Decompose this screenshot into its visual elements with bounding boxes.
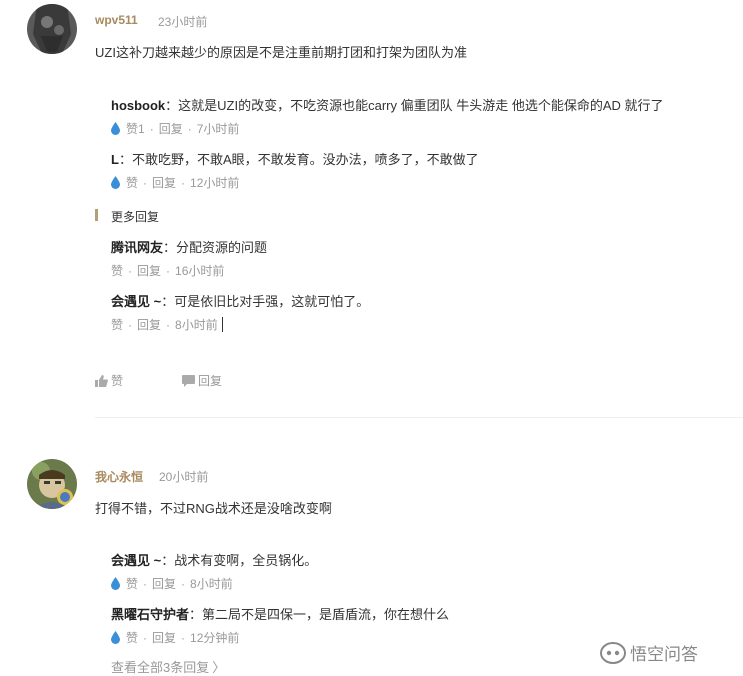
reply-text: ：分配资源的问题 bbox=[163, 240, 268, 255]
reply-author[interactable]: 会遇见 ~ bbox=[111, 294, 161, 309]
username[interactable]: wpv511 bbox=[95, 13, 138, 27]
reply-meta: 赞 · 回复 · 8小时前 bbox=[111, 316, 223, 333]
reply-button[interactable]: 回复 bbox=[159, 120, 183, 137]
wukong-logo-icon bbox=[600, 641, 626, 664]
reply-button[interactable]: 回复 bbox=[137, 262, 161, 279]
reply-item: 腾讯网友：分配资源的问题 bbox=[111, 237, 267, 256]
reply-item: L：不敢吃野，不敢A眼，不敢发育。没办法，喷多了，不敢做了 bbox=[111, 149, 479, 168]
username[interactable]: 我心永恒 bbox=[95, 468, 143, 485]
comment-text: UZI这补刀越来越少的原因是不是注重前期打团和打架为团队为准 bbox=[95, 45, 467, 60]
reply-time: 12小时前 bbox=[190, 176, 240, 190]
reply-text: ：第二局不是四保一，是盾盾流，你在想什么 bbox=[189, 607, 450, 622]
reply-meta: 赞 · 回复 · 12分钟前 bbox=[111, 629, 239, 646]
like-icon[interactable] bbox=[111, 176, 120, 189]
reply-time: 8小时前 bbox=[175, 318, 218, 332]
comment-icon bbox=[182, 374, 195, 387]
reply-author[interactable]: 会遇见 ~ bbox=[111, 553, 161, 568]
like-button[interactable]: 赞 bbox=[126, 174, 138, 191]
avatar[interactable] bbox=[27, 4, 77, 54]
comment-time: 20小时前 bbox=[159, 470, 209, 484]
like-button[interactable]: 赞1 bbox=[126, 120, 145, 137]
like-button[interactable]: 赞 bbox=[126, 629, 138, 646]
like-button[interactable]: 赞 bbox=[126, 575, 138, 592]
like-button[interactable]: 赞 bbox=[111, 262, 123, 279]
reply-text: ：这就是UZI的改变，不吃资源也能carry 偏重团队 牛头游走 他选个能保命的… bbox=[165, 98, 664, 113]
reply-text: ：可是依旧比对手强，这就可怕了。 bbox=[161, 294, 370, 309]
reply-item: 黑曜石守护者：第二局不是四保一，是盾盾流，你在想什么 bbox=[111, 604, 449, 623]
reply-time: 12分钟前 bbox=[190, 631, 240, 645]
reply-meta: 赞1 · 回复 · 7小时前 bbox=[111, 120, 239, 137]
reply-author[interactable]: hosbook bbox=[111, 98, 165, 113]
more-replies-bar bbox=[95, 209, 98, 221]
reply-text: ：不敢吃野，不敢A眼，不敢发育。没办法，喷多了，不敢做了 bbox=[118, 152, 479, 167]
reply-time: 7小时前 bbox=[196, 122, 240, 136]
reply-author[interactable]: L bbox=[111, 152, 119, 167]
comment-text: 打得不错，不过RNG战术还是没啥改变啊 bbox=[95, 501, 332, 516]
like-icon[interactable] bbox=[111, 577, 120, 590]
reply-meta: 赞 · 回复 · 8小时前 bbox=[111, 575, 233, 592]
reply-text: ：战术有变啊，全员锅化。 bbox=[161, 553, 318, 568]
reply-button[interactable]: 回复 bbox=[152, 174, 176, 191]
like-action[interactable]: 赞 bbox=[95, 372, 123, 389]
reply-time: 8小时前 bbox=[190, 577, 233, 591]
reply-action[interactable]: 回复 bbox=[182, 372, 222, 389]
reply-meta: 赞 · 回复 · 12小时前 bbox=[111, 174, 239, 191]
reply-author[interactable]: 腾讯网友 bbox=[111, 240, 163, 255]
thumbs-up-icon bbox=[95, 374, 108, 387]
reply-button[interactable]: 回复 bbox=[152, 629, 176, 646]
reply-author[interactable]: 黑曜石守护者 bbox=[111, 607, 189, 622]
like-icon[interactable] bbox=[111, 631, 120, 644]
like-icon[interactable] bbox=[111, 122, 120, 135]
like-button[interactable]: 赞 bbox=[111, 316, 123, 333]
reply-button[interactable]: 回复 bbox=[137, 316, 161, 333]
comment-time: 23小时前 bbox=[158, 15, 208, 29]
more-replies-label: 更多回复 bbox=[111, 210, 160, 224]
chevron-right-icon: 〉 bbox=[212, 660, 226, 675]
reply-meta: 赞 · 回复 · 16小时前 bbox=[111, 262, 225, 279]
watermark: 悟空问答 bbox=[600, 640, 698, 665]
reply-button[interactable]: 回复 bbox=[152, 575, 176, 592]
reply-item: 会遇见 ~：可是依旧比对手强，这就可怕了。 bbox=[111, 291, 369, 310]
view-all-replies-link[interactable]: 查看全部3条回复〉 bbox=[111, 657, 225, 676]
text-cursor bbox=[221, 317, 223, 332]
comment-divider bbox=[95, 417, 743, 418]
reply-item: hosbook：这就是UZI的改变，不吃资源也能carry 偏重团队 牛头游走 … bbox=[111, 95, 664, 114]
reply-time: 16小时前 bbox=[175, 264, 225, 278]
reply-item: 会遇见 ~：战术有变啊，全员锅化。 bbox=[111, 550, 317, 569]
avatar[interactable] bbox=[27, 459, 77, 509]
